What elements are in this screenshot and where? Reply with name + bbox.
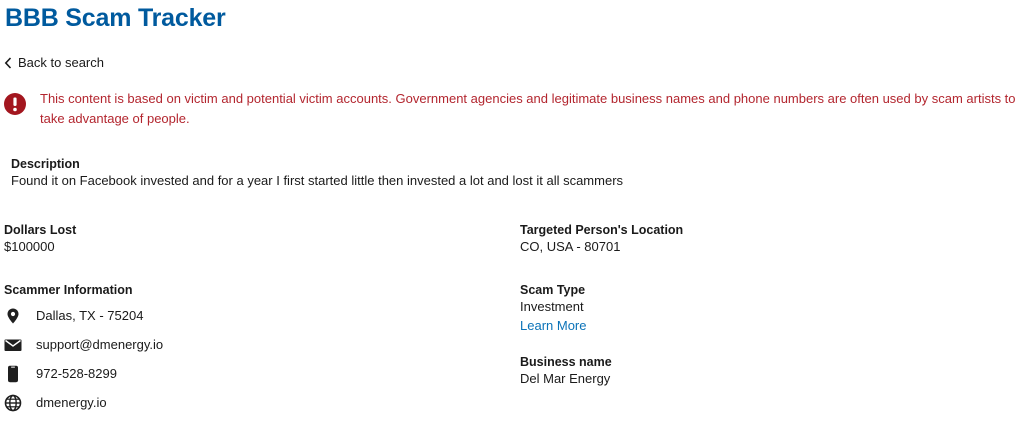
exclamation-circle-icon — [4, 93, 26, 115]
business-name-section: Business name Del Mar Energy — [520, 355, 612, 388]
learn-more-link[interactable]: Learn More — [520, 318, 586, 333]
chevron-left-icon — [4, 56, 12, 69]
phone-icon — [8, 365, 18, 382]
scammer-information-label: Scammer Information — [4, 283, 133, 297]
scammer-phone-row: 972-528-8299 — [4, 359, 163, 388]
scammer-phone: 972-528-8299 — [36, 366, 117, 381]
page-title: BBB Scam Tracker — [5, 4, 226, 32]
scammer-email-row: support@dmenergy.io — [4, 330, 163, 359]
targeted-location-value: CO, USA - 80701 — [520, 239, 621, 254]
scammer-information-section: Scammer Information Dallas, TX - 75204 s… — [4, 283, 163, 417]
location-pin-icon — [7, 308, 19, 323]
envelope-icon — [4, 339, 22, 351]
targeted-location-label: Targeted Person's Location — [520, 223, 684, 237]
alert-text: This content is based on victim and pote… — [40, 91, 1016, 126]
back-to-search-link[interactable]: Back to search — [4, 55, 104, 70]
description-label: Description — [11, 157, 80, 171]
globe-icon — [4, 394, 22, 411]
scam-type-label: Scam Type — [520, 283, 586, 297]
scammer-website: dmenergy.io — [36, 395, 107, 410]
description-text: Found it on Facebook invested and for a … — [11, 173, 624, 188]
scam-type-section: Scam Type Investment Learn More — [520, 283, 586, 335]
scammer-email: support@dmenergy.io — [36, 337, 164, 352]
scam-type-value: Investment — [520, 299, 584, 314]
dollars-lost-label: Dollars Lost — [4, 223, 77, 237]
business-name-label: Business name — [520, 355, 612, 369]
description-section: Description Found it on Facebook investe… — [11, 157, 623, 190]
targeted-location-section: Targeted Person's Location CO, USA - 807… — [520, 223, 683, 256]
warning-alert: This content is based on victim and pote… — [4, 89, 1016, 129]
scammer-website-row: dmenergy.io — [4, 388, 163, 417]
dollars-lost-section: Dollars Lost $100000 — [4, 223, 76, 256]
dollars-lost-value: $100000 — [4, 239, 55, 254]
business-name-value: Del Mar Energy — [520, 371, 611, 386]
scammer-address: Dallas, TX - 75204 — [36, 308, 144, 323]
back-to-search-label: Back to search — [18, 55, 104, 70]
scammer-address-row: Dallas, TX - 75204 — [4, 301, 163, 330]
